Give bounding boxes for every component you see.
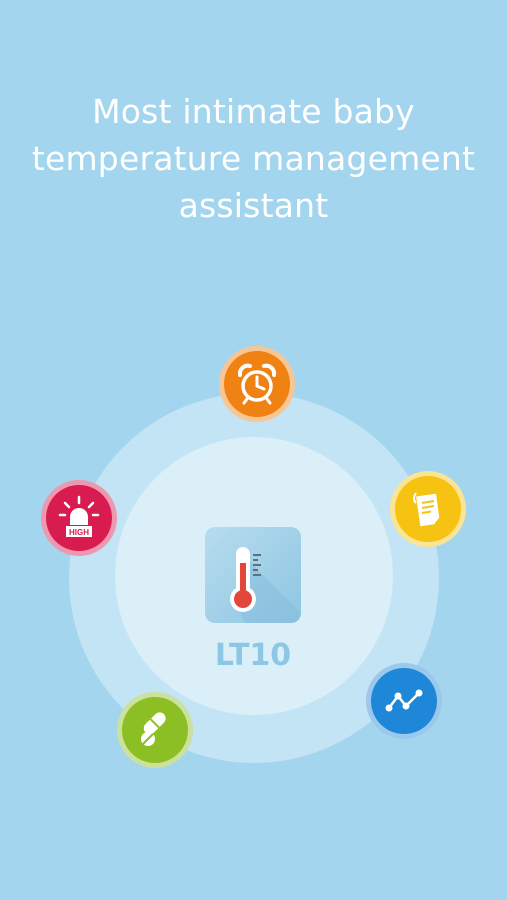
headline-line-3: assistant xyxy=(178,186,329,225)
app-logo-tile xyxy=(205,527,301,623)
headline-line-2: temperature management xyxy=(31,139,476,178)
feature-notes[interactable] xyxy=(390,471,466,547)
alarm-light-icon: HIGH xyxy=(58,495,100,537)
line-chart-icon xyxy=(385,689,423,712)
headline-line-1: Most intimate baby xyxy=(92,92,415,131)
feature-alarm[interactable] xyxy=(219,346,295,422)
high-badge-label: HIGH xyxy=(69,528,89,537)
notes-icon xyxy=(413,492,440,527)
feature-medicine[interactable] xyxy=(117,692,193,768)
thermometer-icon xyxy=(230,547,301,623)
alarm-clock-icon xyxy=(237,363,277,405)
headline: Most intimate baby temperature managemen… xyxy=(0,88,507,229)
feature-high-alert[interactable]: HIGH xyxy=(41,480,117,556)
feature-chart[interactable] xyxy=(366,663,442,739)
app-name: LT10 xyxy=(214,638,292,673)
pills-icon xyxy=(141,712,166,746)
